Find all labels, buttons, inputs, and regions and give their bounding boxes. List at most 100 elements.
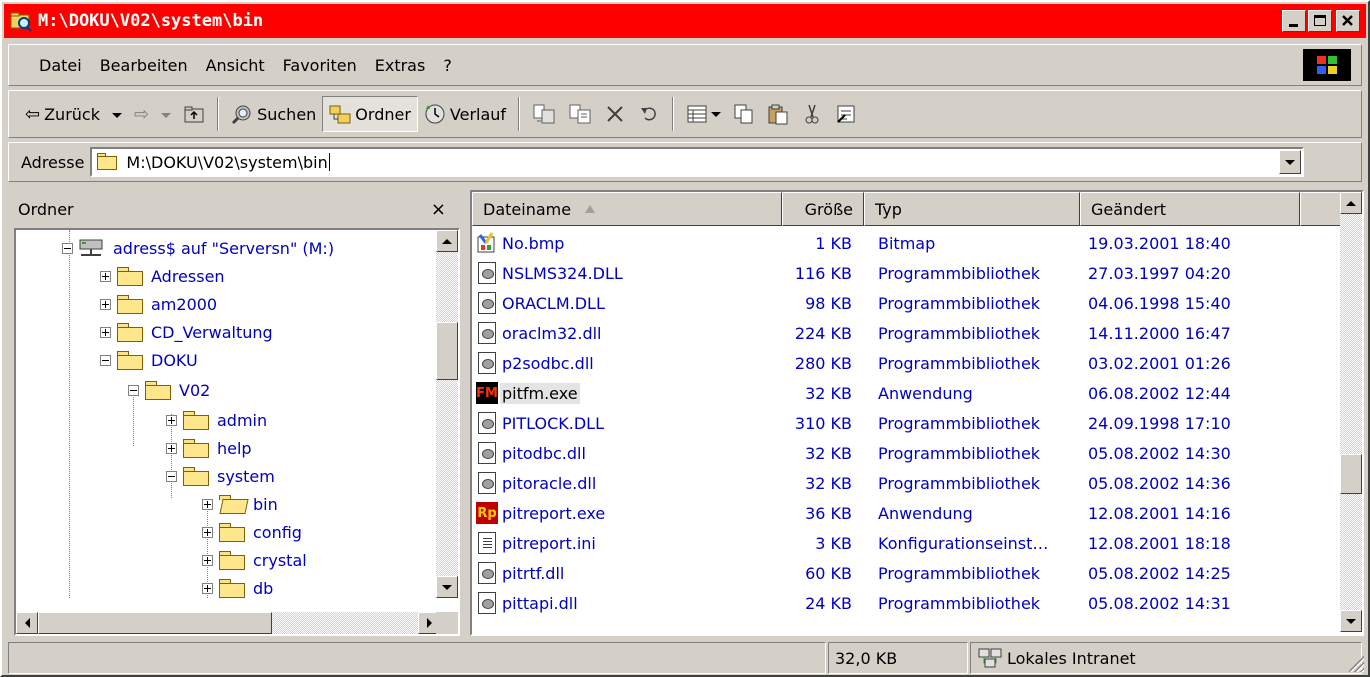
tree-item-cd-verwaltung[interactable]: CD_Verwaltung <box>100 318 273 346</box>
move-to-button[interactable] <box>526 96 562 132</box>
folder-icon <box>217 577 247 598</box>
scroll-thumb[interactable] <box>1340 454 1362 494</box>
menu-datei[interactable]: Datei <box>39 56 82 75</box>
resize-grip-icon[interactable] <box>1348 656 1364 672</box>
window-title: M:\DOKU\V02\system\bin <box>38 11 264 31</box>
maximize-button[interactable] <box>1308 10 1332 32</box>
views-button[interactable] <box>680 96 727 132</box>
file-type: Programmbibliothek <box>878 293 1041 313</box>
file-name: p2sodbc.dll <box>502 353 594 373</box>
scroll-down-button[interactable] <box>1340 610 1362 632</box>
collapse-icon[interactable] <box>62 242 73 254</box>
tree-item-doku[interactable]: DOKU <box>100 346 198 374</box>
file-row-selected[interactable]: FM pitfm.exe 32 KB Anwendung 06.08.2002 1… <box>472 378 1342 408</box>
expand-icon[interactable] <box>202 498 213 510</box>
column-header-name[interactable]: Dateiname <box>472 192 782 226</box>
menu-favoriten[interactable]: Favoriten <box>283 56 357 75</box>
scroll-up-button[interactable] <box>1340 192 1362 214</box>
expand-icon[interactable] <box>166 414 177 426</box>
pane-splitter[interactable] <box>460 190 468 636</box>
scroll-thumb[interactable] <box>38 612 272 634</box>
forward-dropdown-icon[interactable] <box>161 105 172 124</box>
expand-icon[interactable] <box>202 582 213 594</box>
file-row[interactable]: pitrtf.dll 60 KB Programmbibliothek 05.0… <box>472 558 1342 588</box>
expand-icon[interactable] <box>166 442 177 454</box>
address-input[interactable]: M:\DOKU\V02\system\bin <box>90 147 1305 177</box>
expand-icon[interactable] <box>100 298 111 310</box>
close-button[interactable] <box>1336 10 1360 32</box>
scroll-left-button[interactable] <box>16 612 38 634</box>
tree-item-drive[interactable]: adress$ auf "Serversn" (M:) <box>62 234 334 262</box>
file-row[interactable]: pitoracle.dll 32 KB Programmbibliothek 0… <box>472 468 1342 498</box>
search-button[interactable]: Suchen <box>225 96 322 132</box>
up-folder-button[interactable] <box>177 96 211 132</box>
tree-item-db[interactable]: db <box>202 574 273 598</box>
back-button[interactable]: ⇦ Zurück <box>19 96 128 132</box>
back-dropdown-icon[interactable] <box>111 105 122 124</box>
tree-item-bin[interactable]: bin <box>202 490 278 518</box>
expand-icon[interactable] <box>202 526 213 538</box>
views-dropdown-icon[interactable] <box>711 111 722 117</box>
copy-to-button[interactable] <box>562 96 598 132</box>
folders-button[interactable]: Ordner <box>322 96 418 132</box>
collapse-icon[interactable] <box>128 384 139 396</box>
tree-item-am2000[interactable]: am2000 <box>100 290 217 318</box>
menu-extras[interactable]: Extras <box>375 56 426 75</box>
collapse-icon[interactable] <box>100 354 111 366</box>
undo-button[interactable] <box>632 96 666 132</box>
paste-button[interactable] <box>761 96 795 132</box>
file-name: NSLMS324.DLL <box>502 263 623 283</box>
menu-help[interactable]: ? <box>443 56 452 75</box>
file-row[interactable]: pittapi.dll 24 KB Programmbibliothek 05.… <box>472 588 1342 618</box>
tree-item-config[interactable]: config <box>202 518 302 546</box>
file-row[interactable]: pitreport.ini 3 KB Konfigurationseinst… … <box>472 528 1342 558</box>
tree-vertical-scrollbar[interactable] <box>436 230 458 598</box>
dll-icon <box>476 561 498 585</box>
tree-horizontal-scrollbar[interactable] <box>16 612 440 634</box>
scroll-up-button[interactable] <box>436 230 458 252</box>
menu-ansicht[interactable]: Ansicht <box>206 56 265 75</box>
file-size: 280 KB <box>794 353 852 373</box>
file-row[interactable]: Rp pitreport.exe 36 KB Anwendung 12.08.20… <box>472 498 1342 528</box>
column-header-size[interactable]: Größe <box>782 192 864 226</box>
expand-icon[interactable] <box>100 326 111 338</box>
tree-item-adressen[interactable]: Adressen <box>100 262 225 290</box>
properties-button[interactable] <box>829 96 863 132</box>
tree-item-crystal[interactable]: crystal <box>202 546 307 574</box>
folders-pane-close-icon[interactable]: × <box>431 199 446 220</box>
tree-item-v02[interactable]: V02 <box>128 376 210 404</box>
forward-button[interactable]: ⇨ <box>128 96 177 132</box>
file-row[interactable]: PITLOCK.DLL 310 KB Programmbibliothek 24… <box>472 408 1342 438</box>
file-list[interactable]: Dateiname Größe Typ Geändert No.bmp 1 KB… <box>470 190 1364 636</box>
file-row[interactable]: No.bmp 1 KB Bitmap 19.03.2001 18:40 <box>472 228 1342 258</box>
copy-button[interactable] <box>727 96 761 132</box>
column-header-modified[interactable]: Geändert <box>1080 192 1300 226</box>
tree-item-help[interactable]: help <box>166 434 252 462</box>
folder-tree[interactable]: adress$ auf "Serversn" (M:) Adressen am2… <box>14 228 460 636</box>
address-dropdown-button[interactable] <box>1279 150 1302 174</box>
file-size: 32 KB <box>805 443 852 463</box>
tree-item-system[interactable]: system <box>166 462 275 490</box>
file-list-vertical-scrollbar[interactable] <box>1340 192 1362 632</box>
address-label: Adresse <box>21 152 85 172</box>
column-header-type[interactable]: Typ <box>864 192 1080 226</box>
scroll-thumb[interactable] <box>436 322 458 380</box>
menu-bearbeiten[interactable]: Bearbeiten <box>100 56 188 75</box>
scroll-down-button[interactable] <box>436 576 458 598</box>
file-row[interactable]: ORACLM.DLL 98 KB Programmbibliothek 04.0… <box>472 288 1342 318</box>
file-row[interactable]: pitodbc.dll 32 KB Programmbibliothek 05.… <box>472 438 1342 468</box>
expand-icon[interactable] <box>100 270 111 282</box>
file-row[interactable]: NSLMS324.DLL 116 KB Programmbibliothek 2… <box>472 258 1342 288</box>
file-row[interactable]: oraclm32.dll 224 KB Programmbibliothek 1… <box>472 318 1342 348</box>
history-button[interactable]: Verlauf <box>418 96 512 132</box>
menu-bar: Datei Bearbeiten Ansicht Favoriten Extra… <box>8 44 1362 86</box>
tree-item-label: system <box>217 466 275 486</box>
minimize-button[interactable] <box>1282 10 1306 32</box>
file-row[interactable]: p2sodbc.dll 280 KB Programmbibliothek 03… <box>472 348 1342 378</box>
tree-item-admin[interactable]: admin <box>166 406 267 434</box>
cut-button[interactable] <box>795 96 829 132</box>
delete-button[interactable] <box>598 96 632 132</box>
title-bar[interactable]: M:\DOKU\V02\system\bin <box>4 4 1366 38</box>
expand-icon[interactable] <box>202 554 213 566</box>
collapse-icon[interactable] <box>166 470 177 482</box>
